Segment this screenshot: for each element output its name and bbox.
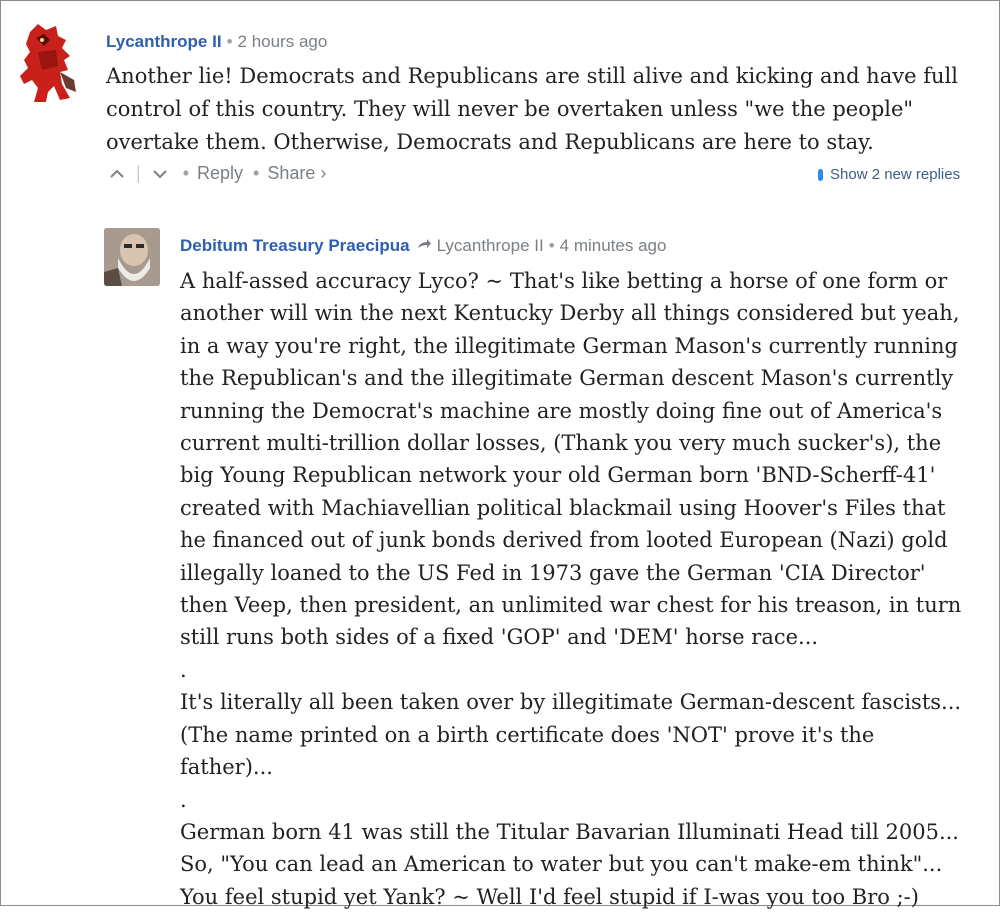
reply-paragraph: It's literally all been taken over by il… — [180, 690, 962, 780]
comment-timestamp[interactable]: 2 hours ago — [238, 32, 328, 52]
show-replies-label: Show 2 new replies — [830, 166, 961, 183]
reply-paragraph: . — [180, 787, 187, 812]
show-new-replies-button[interactable]: Show 2 new replies — [818, 166, 960, 183]
new-replies-indicator-icon — [818, 168, 823, 181]
reply-paragraph: German born 41 was still the Titular Bav… — [180, 819, 959, 909]
meta-separator: • — [226, 32, 233, 51]
comment-meta: Lycanthrope II • 2 hours ago — [106, 32, 327, 52]
reply-body: A half-assed accuracy Lyco? ~ That's lik… — [180, 265, 970, 913]
actions-separator: • — [182, 163, 189, 183]
reply-timestamp[interactable]: 4 minutes ago — [560, 236, 667, 256]
reply-author-link[interactable]: Debitum Treasury Praecipua — [180, 236, 410, 256]
comment-body: Another lie! Democrats and Republicans a… — [106, 60, 986, 159]
reply-paragraph: . — [180, 657, 187, 682]
vote-divider: | — [136, 163, 141, 183]
bearded-man-avatar-icon — [104, 228, 160, 286]
share-button[interactable]: Share › — [267, 163, 326, 184]
reply-arrow-icon — [416, 237, 432, 255]
replying-to-link[interactable]: Lycanthrope II — [437, 236, 544, 256]
actions-separator: • — [253, 163, 260, 183]
comment-actions: | • Reply • Share › — [104, 163, 326, 184]
comment-text: Another lie! Democrats and Republicans a… — [106, 64, 958, 154]
meta-separator: • — [548, 236, 555, 255]
downvote-icon[interactable] — [147, 166, 173, 182]
avatar[interactable] — [16, 22, 80, 104]
red-creature-avatar-icon — [20, 24, 76, 102]
comment-author-link[interactable]: Lycanthrope II — [106, 32, 222, 52]
reply-button[interactable]: Reply — [197, 163, 243, 184]
reply-paragraph: A half-assed accuracy Lyco? ~ That's lik… — [180, 269, 962, 650]
upvote-icon[interactable] — [104, 166, 130, 182]
reply-meta: Debitum Treasury Praecipua Lycanthrope I… — [180, 236, 666, 256]
reply-avatar[interactable] — [104, 228, 160, 286]
